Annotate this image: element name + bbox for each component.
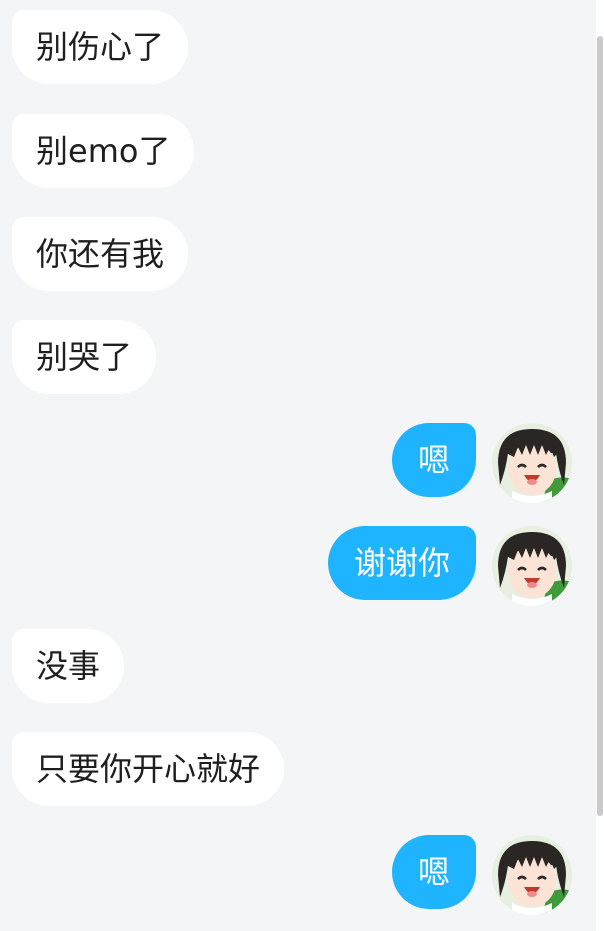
message-row-incoming: 没事: [0, 629, 590, 705]
message-row-incoming: 你还有我: [0, 217, 590, 293]
avatar[interactable]: [492, 835, 572, 915]
avatar[interactable]: [492, 526, 572, 606]
message-row-outgoing: 嗯: [0, 423, 590, 503]
anime-girl-avatar-icon: [492, 526, 572, 606]
message-row-incoming: 别emo了: [0, 114, 590, 190]
message-text: 没事: [36, 647, 101, 685]
message-text: 别emo了: [36, 132, 171, 170]
message-text: 只要你开心就好: [36, 750, 261, 788]
incoming-message-bubble[interactable]: 只要你开心就好: [12, 732, 285, 806]
message-text: 别哭了: [36, 338, 133, 376]
outgoing-message-bubble[interactable]: 嗯: [391, 835, 476, 909]
message-row-incoming: 只要你开心就好: [0, 732, 590, 808]
incoming-message-bubble[interactable]: 别伤心了: [12, 10, 189, 84]
message-text: 嗯: [417, 853, 450, 891]
anime-girl-avatar-icon: [492, 423, 572, 503]
scrollbar[interactable]: [596, 0, 604, 931]
message-text: 谢谢你: [353, 544, 450, 582]
message-text: 别伤心了: [36, 28, 165, 66]
incoming-message-bubble[interactable]: 没事: [12, 629, 125, 703]
avatar[interactable]: [492, 423, 572, 503]
incoming-message-bubble[interactable]: 你还有我: [12, 217, 189, 291]
scrollbar-thumb[interactable]: [597, 36, 603, 816]
anime-girl-avatar-icon: [492, 835, 572, 915]
chat-message-list[interactable]: 别伤心了 别emo了 你还有我 别哭了 嗯 谢谢你 没事 只要你开心就好 嗯: [0, 0, 604, 931]
message-row-incoming: 别伤心了: [0, 10, 590, 86]
outgoing-message-bubble[interactable]: 谢谢你: [327, 526, 476, 600]
incoming-message-bubble[interactable]: 别哭了: [12, 320, 157, 394]
incoming-message-bubble[interactable]: 别emo了: [12, 114, 195, 188]
message-row-outgoing: 嗯: [0, 835, 590, 915]
message-row-incoming: 别哭了: [0, 320, 590, 396]
message-text: 你还有我: [36, 235, 165, 273]
message-row-outgoing: 谢谢你: [0, 526, 590, 606]
outgoing-message-bubble[interactable]: 嗯: [391, 423, 476, 497]
message-text: 嗯: [417, 441, 450, 479]
